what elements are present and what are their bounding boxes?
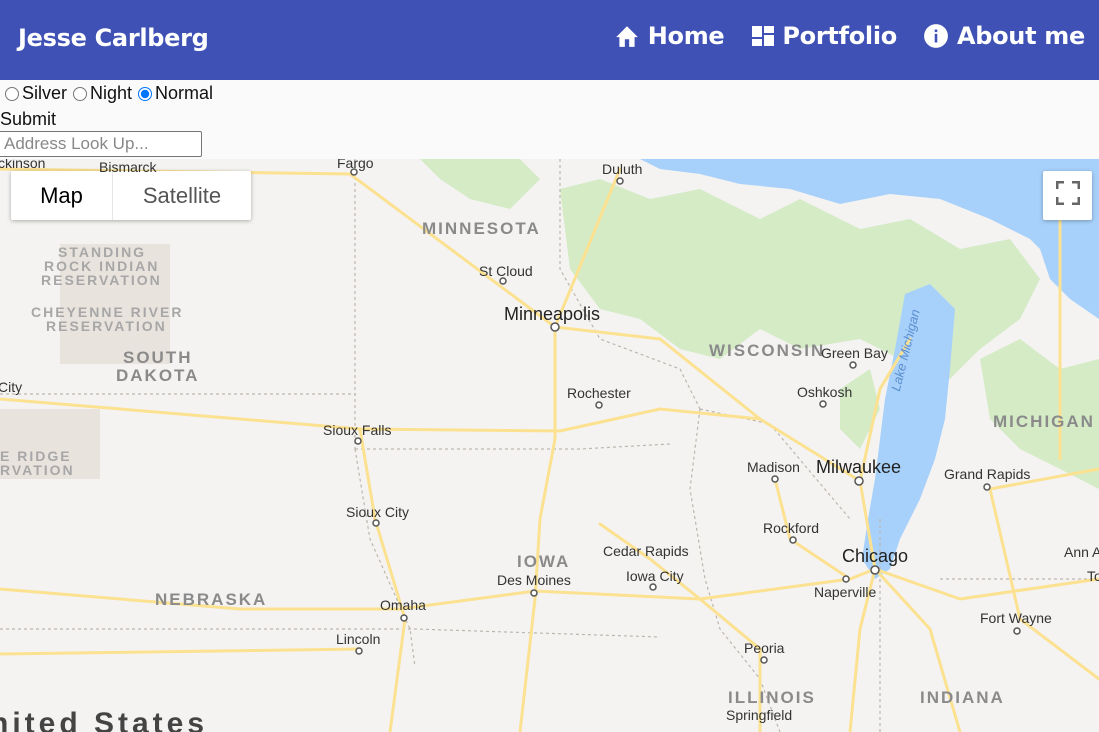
dashboard-icon xyxy=(750,24,775,48)
address-lookup-input[interactable] xyxy=(0,131,202,157)
night-label: Night xyxy=(90,83,133,103)
map-style-radio-group: Silver Night Normal xyxy=(3,83,217,104)
nav-about[interactable]: About me xyxy=(923,22,1085,50)
app-bar: Jesse Carlberg Home Portfolio About me xyxy=(0,0,1099,80)
country-label: nited States xyxy=(0,707,209,732)
map-view[interactable]: Map Satellite MINNESOTA WISCONSIN SOUTH … xyxy=(0,159,1099,732)
city-markers xyxy=(350,168,1021,664)
submit-button[interactable]: Submit xyxy=(0,109,56,130)
silver-radio[interactable] xyxy=(5,86,19,101)
nav-portfolio[interactable]: Portfolio xyxy=(750,22,897,50)
map-controls: Silver Night Normal Submit xyxy=(0,80,1099,159)
nav-home[interactable]: Home xyxy=(614,22,725,50)
info-icon xyxy=(923,23,949,49)
style-option-normal[interactable]: Normal xyxy=(136,83,213,104)
night-radio[interactable] xyxy=(73,86,88,101)
nav-about-label: About me xyxy=(956,22,1085,50)
nav-home-label: Home xyxy=(647,22,725,50)
brand-title[interactable]: Jesse Carlberg xyxy=(18,24,209,52)
home-icon xyxy=(614,24,640,48)
nav-portfolio-label: Portfolio xyxy=(782,22,897,50)
normal-radio[interactable] xyxy=(138,86,153,101)
nav-menu: Home Portfolio About me xyxy=(614,22,1085,50)
style-option-night[interactable]: Night xyxy=(71,83,132,104)
style-option-silver[interactable]: Silver xyxy=(3,83,67,104)
silver-label: Silver xyxy=(22,83,68,103)
normal-label: Normal xyxy=(155,83,214,103)
